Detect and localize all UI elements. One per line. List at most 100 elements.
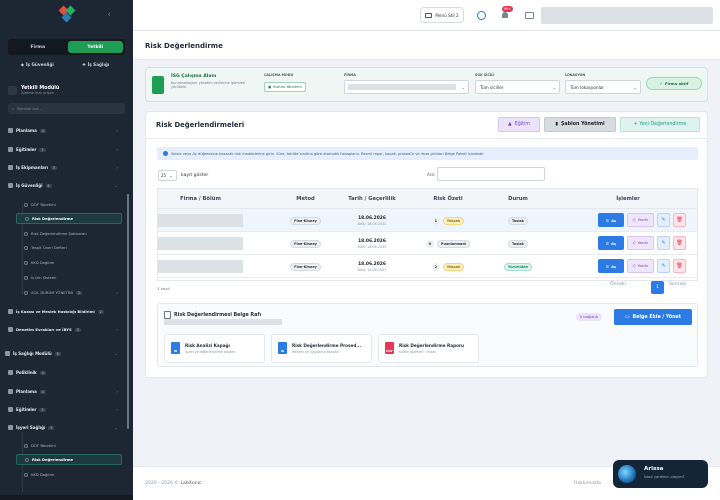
col-tarih[interactable]: Tarih / Geçerlilik: [342, 189, 402, 209]
chevron-icon: ›: [116, 389, 118, 394]
sidebar-item-is-kazasi[interactable]: İş Kazası ve Meslek Hastalığı Bildirimi 2: [8, 306, 122, 317]
status-badge: Taslak: [508, 239, 528, 248]
module-icon: [8, 86, 17, 95]
col-firma[interactable]: Firma / Bölüm: [158, 189, 243, 209]
print-button[interactable]: ⎙ Yazdır: [627, 259, 654, 273]
print-button[interactable]: ⎙ Yazdır: [627, 213, 654, 227]
sidebar-item-planlama[interactable]: Planlama 4 ›: [8, 125, 122, 136]
health-icon: ✚: [82, 62, 86, 67]
sidebar: ‹ Firma Yetkili ◆ İş Güvenliği ✚ İş Sağlığ…: [0, 0, 133, 500]
brand-logo[interactable]: ‹: [0, 0, 133, 30]
sub-tab-is-guvenligi[interactable]: ◆ İş Güvenliği: [8, 59, 67, 70]
mode-chip[interactable]: ▣ Kurum Yönetimi: [264, 82, 306, 92]
chevron-icon: ›: [116, 128, 118, 133]
page-1-button[interactable]: 1: [651, 281, 664, 294]
check-icon: ✓: [659, 81, 663, 86]
sidebar-item-denetim[interactable]: Denetim Evrakları ve İBYS 3 ›: [8, 324, 122, 335]
sidebar-item-dof[interactable]: DÖF Yönetimi: [16, 199, 122, 210]
sidebar-item-poliklinik[interactable]: Poliklinik 4: [8, 367, 122, 378]
collapse-sidebar-icon[interactable]: ‹: [107, 10, 111, 20]
link-count-badge: 0 bağlantı: [576, 313, 603, 321]
sidebar-scrollbar[interactable]: [127, 194, 129, 429]
col-risk[interactable]: Risk Özeti: [418, 189, 478, 209]
open-button[interactable]: ☰ Aç: [598, 259, 624, 273]
sidebar-item-is-izin[interactable]: İş İzin Sistemi: [16, 272, 122, 283]
yeni-degerlendirme-button[interactable]: + Yeni Değerlendirme: [620, 117, 700, 132]
next-page-button[interactable]: Sonraki: [669, 282, 686, 287]
sidebar-item-isyeri-sagligi[interactable]: İşyeri Sağlığı 3 ⌄: [8, 422, 122, 433]
messages-icon[interactable]: [525, 12, 534, 19]
sidebar-item-kkd-2[interactable]: KKD Dağıtım: [16, 469, 122, 480]
document-card[interactable]: W Risk Değerlendirme Prosed... Yöntem ve u…: [271, 334, 372, 363]
delete-button[interactable]: 🗑: [673, 213, 686, 227]
sidebar-item-tespit[interactable]: Tespit Öneri Defteri: [16, 242, 122, 253]
sidebar-footer: [0, 495, 133, 500]
sidebar-item-risk-degerlendirme[interactable]: Risk Değerlendirme: [16, 213, 122, 224]
sidebar-item-kkd[interactable]: KKD Dağıtım: [16, 257, 122, 268]
col-metod[interactable]: Metod: [273, 189, 338, 209]
method-pill: Fine-Kinney: [290, 239, 321, 248]
document-shelf: Risk Değerlendirmesi Belge Rafı 0 bağlan…: [157, 303, 698, 367]
sidebar-item-risk-sablonlari[interactable]: Risk Değerlendirme Şablonları: [16, 228, 122, 239]
sidebar-item-risk-degerlendirme-2[interactable]: Risk Değerlendirme: [16, 454, 122, 465]
assistant-widget[interactable]: Arissa Nasıl yardımcı olayım?: [613, 460, 708, 488]
bell-icon[interactable]: [501, 11, 509, 20]
col-durum[interactable]: Durum: [488, 189, 548, 209]
egitim-button[interactable]: ▲ Eğitim: [498, 117, 540, 132]
sidebar-item-egitimler-2[interactable]: Eğitimler 1 ›: [8, 404, 122, 415]
metod-cell: Fine-Kinney: [273, 232, 338, 255]
page-length-select[interactable]: 25 ⌄: [158, 170, 177, 181]
module-header: Yetkili Modülü İşletme hızlı erişim: [8, 86, 125, 95]
sub-tab-is-sagligi[interactable]: ✚ İş Sağlığı: [67, 59, 126, 70]
lokasyon-select[interactable]: Tüm lokasyonlar ⌄: [565, 80, 641, 94]
footer-brand-link[interactable]: LabXonic: [180, 481, 201, 486]
open-button[interactable]: ☰ Aç: [598, 236, 624, 250]
table-row[interactable]: Fine-Kinney 18.06.2026 Bitiş: 18.06.2030 0 P…: [158, 232, 697, 255]
firma-aktif-button[interactable]: ✓ Firma aktif: [646, 77, 702, 90]
open-button[interactable]: ☰ Aç: [598, 213, 624, 227]
pdf-file-icon: PDF: [385, 342, 394, 354]
table-row[interactable]: Fine-Kinney 18.06.2026 Bitiş: 18.06.2027 2 Y…: [158, 255, 697, 278]
user-profile[interactable]: [541, 7, 713, 24]
firma-select[interactable]: ⌄: [344, 80, 469, 94]
status-icon[interactable]: [477, 11, 486, 20]
risk-count: 1: [431, 216, 440, 225]
notebook-icon: [24, 245, 28, 250]
sgk-select[interactable]: Tüm siciller ⌄: [475, 80, 560, 94]
belge-ekle-button[interactable]: ▭ Belge Ekle / Yönet: [614, 309, 692, 325]
menu-search-input[interactable]: ⌕ Menüde ara...: [8, 103, 125, 114]
risk-cell: 1 Yüksek: [418, 209, 478, 232]
sidebar-item-planlama-2[interactable]: Planlama 4 ›: [8, 386, 122, 397]
print-button[interactable]: ⎙ Yazdır: [627, 236, 654, 250]
edit-button[interactable]: ✎: [657, 213, 670, 227]
role-tab-yetkili[interactable]: Yetkili: [67, 41, 123, 53]
sidebar-item-dof-2[interactable]: DÖF Yönetimi: [16, 440, 122, 451]
record-count: 3 kayıt: [157, 286, 170, 291]
sidebar-item-is-guvenligi[interactable]: İş Güvenliği 8 ⌄: [8, 180, 122, 191]
table-search-input[interactable]: [437, 167, 545, 181]
education-icon: [8, 407, 13, 412]
delete-button[interactable]: 🗑: [673, 259, 686, 273]
page-length: 25 ⌄ kayıt göster: [158, 170, 208, 181]
sidebar-item-acil-durum[interactable]: ACİL DURUM YÖNETİMİ 2 ›: [16, 287, 122, 298]
accident-icon: [8, 309, 13, 314]
menu-style-button[interactable]: Menü Stil 2: [420, 7, 464, 23]
delete-button[interactable]: 🗑: [673, 236, 686, 250]
workspace-filter: İSG Çalışma Alanı Kurumsallaştırır yönet…: [145, 67, 708, 102]
sidebar-item-is-ekipmanlari[interactable]: İş Ekipmanları 3 ›: [8, 162, 122, 173]
sidebar-item-egitimler[interactable]: Eğitimler 1 ›: [8, 144, 122, 155]
sidebar-item-is-sagligi-modulu[interactable]: İş Sağlığı Modülü 6 ⌄: [5, 348, 122, 359]
edit-button[interactable]: ✎: [657, 259, 670, 273]
document-card[interactable]: W Risk Analizi Kapağı İşyeri ve değerlendi…: [164, 334, 265, 363]
word-file-icon: W: [278, 342, 287, 354]
role-tab-firma[interactable]: Firma: [10, 41, 66, 53]
chevron-down-icon: ⌄: [633, 84, 637, 90]
layout-icon: [425, 12, 433, 18]
edit-button[interactable]: ✎: [657, 236, 670, 250]
sablon-yonetimi-button[interactable]: ▮ Şablon Yönetimi: [544, 117, 616, 132]
table-row[interactable]: Fine-Kinney 18.06.2026 Bitiş: 18.06.2032 1 Y…: [158, 209, 697, 232]
shield-icon: ◆: [20, 62, 24, 67]
prev-page-button[interactable]: Önceki: [610, 282, 626, 287]
footer-about-link[interactable]: Hakkımızda: [574, 481, 601, 486]
document-card[interactable]: PDF Risk Değerlendirme Raporu Kalem işleml…: [378, 334, 479, 363]
